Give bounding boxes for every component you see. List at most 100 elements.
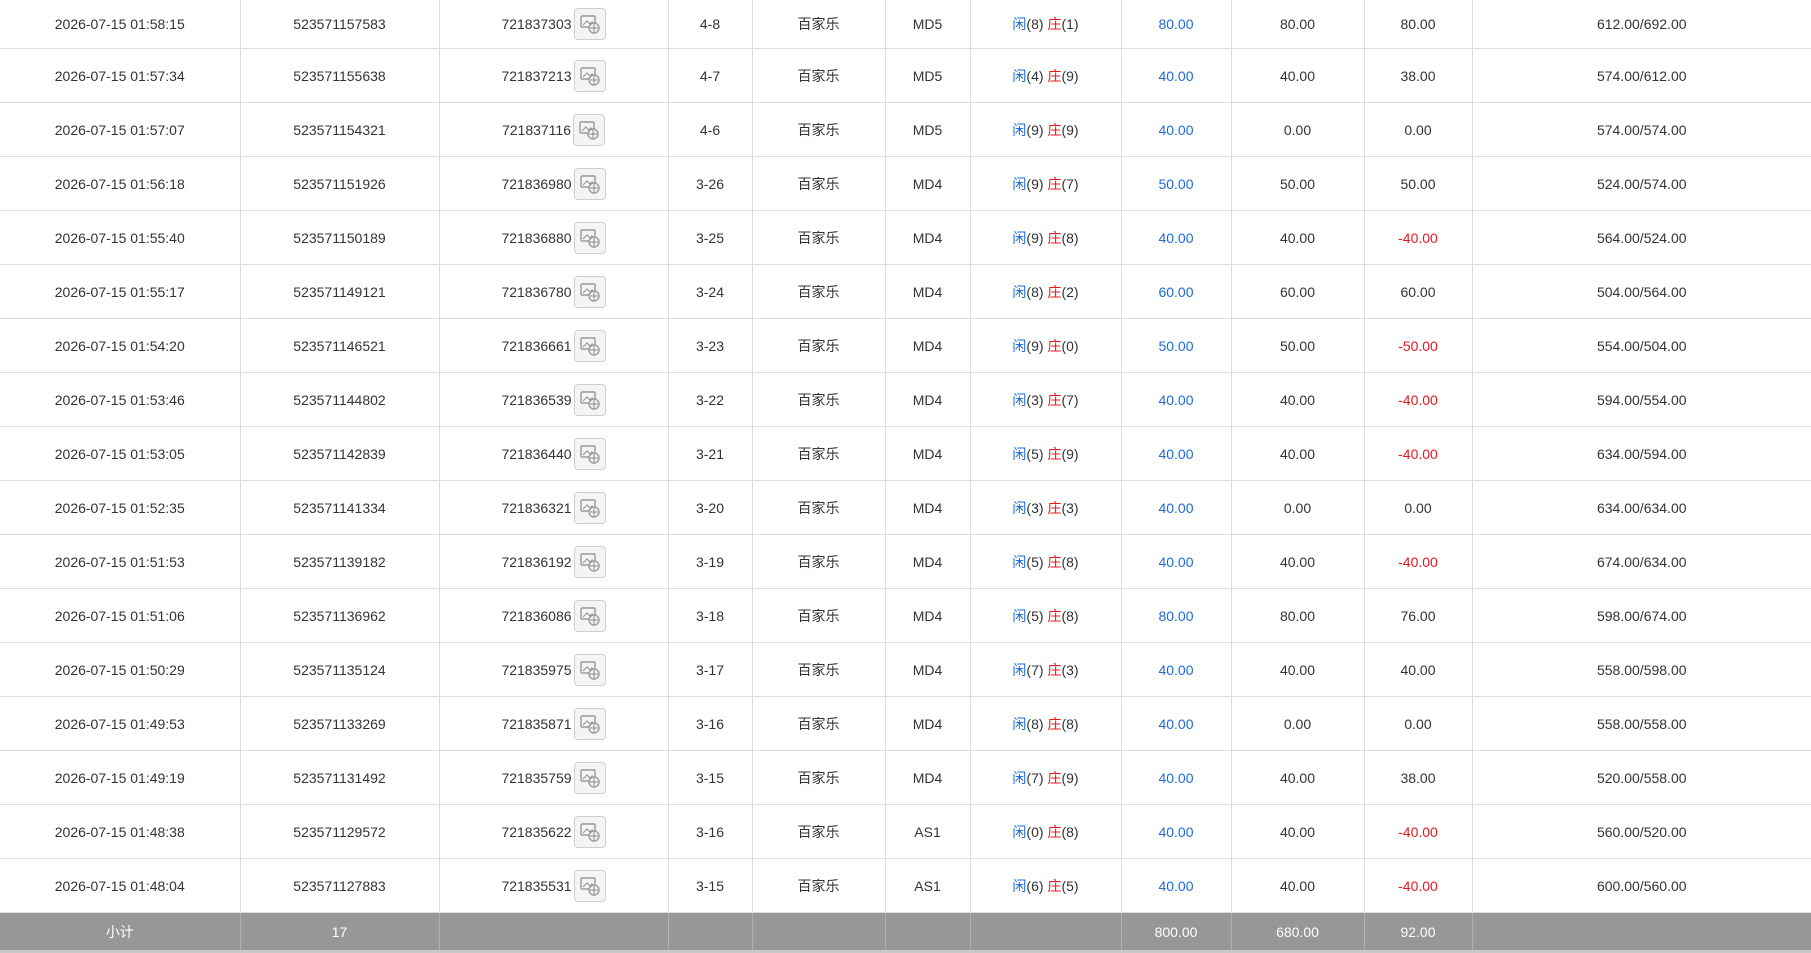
game-type: 百家乐 [752, 696, 886, 751]
replay-detail-icon[interactable] [573, 167, 606, 200]
bet-amount: 40.00 [1121, 696, 1232, 751]
replay-detail-icon[interactable] [573, 869, 606, 902]
table-code: MD4 [885, 480, 971, 535]
shoe-round: 3-19 [668, 534, 753, 589]
game-type: 百家乐 [752, 210, 886, 265]
banker-score: (8) [1061, 607, 1079, 624]
balance-change: 558.00/598.00 [1472, 642, 1811, 697]
game-type: 百家乐 [752, 0, 886, 49]
round-cell: 721836086 [439, 588, 669, 643]
banker-score: (3) [1061, 661, 1079, 678]
shoe-round: 4-8 [668, 0, 753, 49]
player-label: 闲 [1012, 445, 1027, 462]
bet-amount: 40.00 [1121, 858, 1232, 913]
player-label: 闲 [1012, 499, 1027, 516]
table-code: MD4 [885, 642, 971, 697]
table-row: 2026-07-15 01:48:04 523571127883 7218355… [0, 858, 1811, 913]
summary-row: 小计 17 800.00 680.00 92.00 [0, 912, 1811, 950]
table-row: 2026-07-15 01:54:20 523571146521 7218366… [0, 318, 1811, 373]
valid-bet: 0.00 [1231, 102, 1365, 157]
win-loss: 0.00 [1364, 696, 1473, 751]
shoe-round: 3-15 [668, 858, 753, 913]
bet-amount: 40.00 [1121, 102, 1232, 157]
game-type: 百家乐 [752, 48, 886, 103]
banker-label: 庄 [1047, 823, 1062, 840]
round-id: 721836539 [501, 391, 572, 408]
bet-amount: 50.00 [1121, 156, 1232, 211]
bet-id: 523571154321 [240, 102, 440, 157]
round-id: 721835975 [501, 661, 572, 678]
summary-empty [885, 912, 971, 950]
bet-id: 523571135124 [240, 642, 440, 697]
shoe-round: 4-6 [668, 102, 753, 157]
game-result: 闲(5) 庄(8) [970, 534, 1122, 589]
table-code: MD4 [885, 696, 971, 751]
player-score: (8) [1026, 16, 1044, 32]
replay-detail-icon[interactable] [573, 653, 606, 686]
shoe-round: 3-24 [668, 264, 753, 319]
player-score: (5) [1026, 553, 1044, 570]
valid-bet: 50.00 [1231, 318, 1365, 373]
table-row: 2026-07-15 01:53:05 523571142839 7218364… [0, 426, 1811, 481]
replay-detail-icon[interactable] [573, 59, 606, 92]
table-code: MD5 [885, 48, 971, 103]
valid-bet: 40.00 [1231, 48, 1365, 103]
game-result: 闲(4) 庄(9) [970, 48, 1122, 103]
player-score: (3) [1026, 499, 1044, 516]
table-code: MD4 [885, 210, 971, 265]
bet-time: 2026-07-15 01:56:18 [0, 156, 241, 211]
valid-bet: 80.00 [1231, 0, 1365, 49]
replay-detail-icon[interactable] [573, 329, 606, 362]
game-result: 闲(7) 庄(3) [970, 642, 1122, 697]
replay-detail-icon[interactable] [573, 491, 606, 524]
table-row: 2026-07-15 01:50:29 523571135124 7218359… [0, 642, 1811, 697]
banker-label: 庄 [1047, 445, 1062, 462]
shoe-round: 3-17 [668, 642, 753, 697]
bet-amount: 40.00 [1121, 372, 1232, 427]
player-score: (3) [1026, 391, 1044, 408]
bet-amount: 40.00 [1121, 750, 1232, 805]
bet-time: 2026-07-15 01:51:53 [0, 534, 241, 589]
balance-change: 560.00/520.00 [1472, 804, 1811, 859]
valid-bet: 40.00 [1231, 210, 1365, 265]
player-label: 闲 [1012, 337, 1027, 354]
table-code: MD4 [885, 372, 971, 427]
game-result: 闲(9) 庄(9) [970, 102, 1122, 157]
bet-id: 523571155638 [240, 48, 440, 103]
player-label: 闲 [1012, 229, 1027, 246]
replay-detail-icon[interactable] [573, 437, 606, 470]
banker-label: 庄 [1047, 67, 1062, 84]
round-id: 721835531 [501, 877, 572, 894]
player-label: 闲 [1012, 283, 1027, 300]
round-id: 721836321 [501, 499, 572, 516]
replay-detail-icon[interactable] [573, 707, 606, 740]
round-id: 721837116 [501, 121, 572, 138]
table-code: MD4 [885, 318, 971, 373]
banker-label: 庄 [1047, 715, 1062, 732]
banker-score: (8) [1061, 229, 1079, 246]
round-cell: 721835531 [439, 858, 669, 913]
player-score: (9) [1026, 121, 1044, 138]
replay-detail-icon[interactable] [573, 761, 606, 794]
banker-score: (8) [1061, 553, 1079, 570]
replay-detail-icon[interactable] [573, 545, 606, 578]
bet-id: 523571127883 [240, 858, 440, 913]
replay-detail-icon[interactable] [573, 275, 606, 308]
replay-detail-icon[interactable] [573, 8, 606, 40]
balance-change: 634.00/634.00 [1472, 480, 1811, 535]
player-label: 闲 [1012, 67, 1027, 84]
player-score: (5) [1026, 445, 1044, 462]
round-id: 721835871 [501, 715, 572, 732]
replay-detail-icon[interactable] [573, 599, 606, 632]
round-cell: 721836980 [439, 156, 669, 211]
replay-detail-icon[interactable] [573, 815, 606, 848]
banker-score: (1) [1061, 16, 1079, 32]
player-score: (4) [1026, 67, 1044, 84]
game-type: 百家乐 [752, 534, 886, 589]
replay-detail-icon[interactable] [573, 113, 606, 146]
bet-amount: 40.00 [1121, 480, 1232, 535]
replay-detail-icon[interactable] [573, 383, 606, 416]
win-loss: 0.00 [1364, 480, 1473, 535]
balance-change: 554.00/504.00 [1472, 318, 1811, 373]
replay-detail-icon[interactable] [573, 221, 606, 254]
